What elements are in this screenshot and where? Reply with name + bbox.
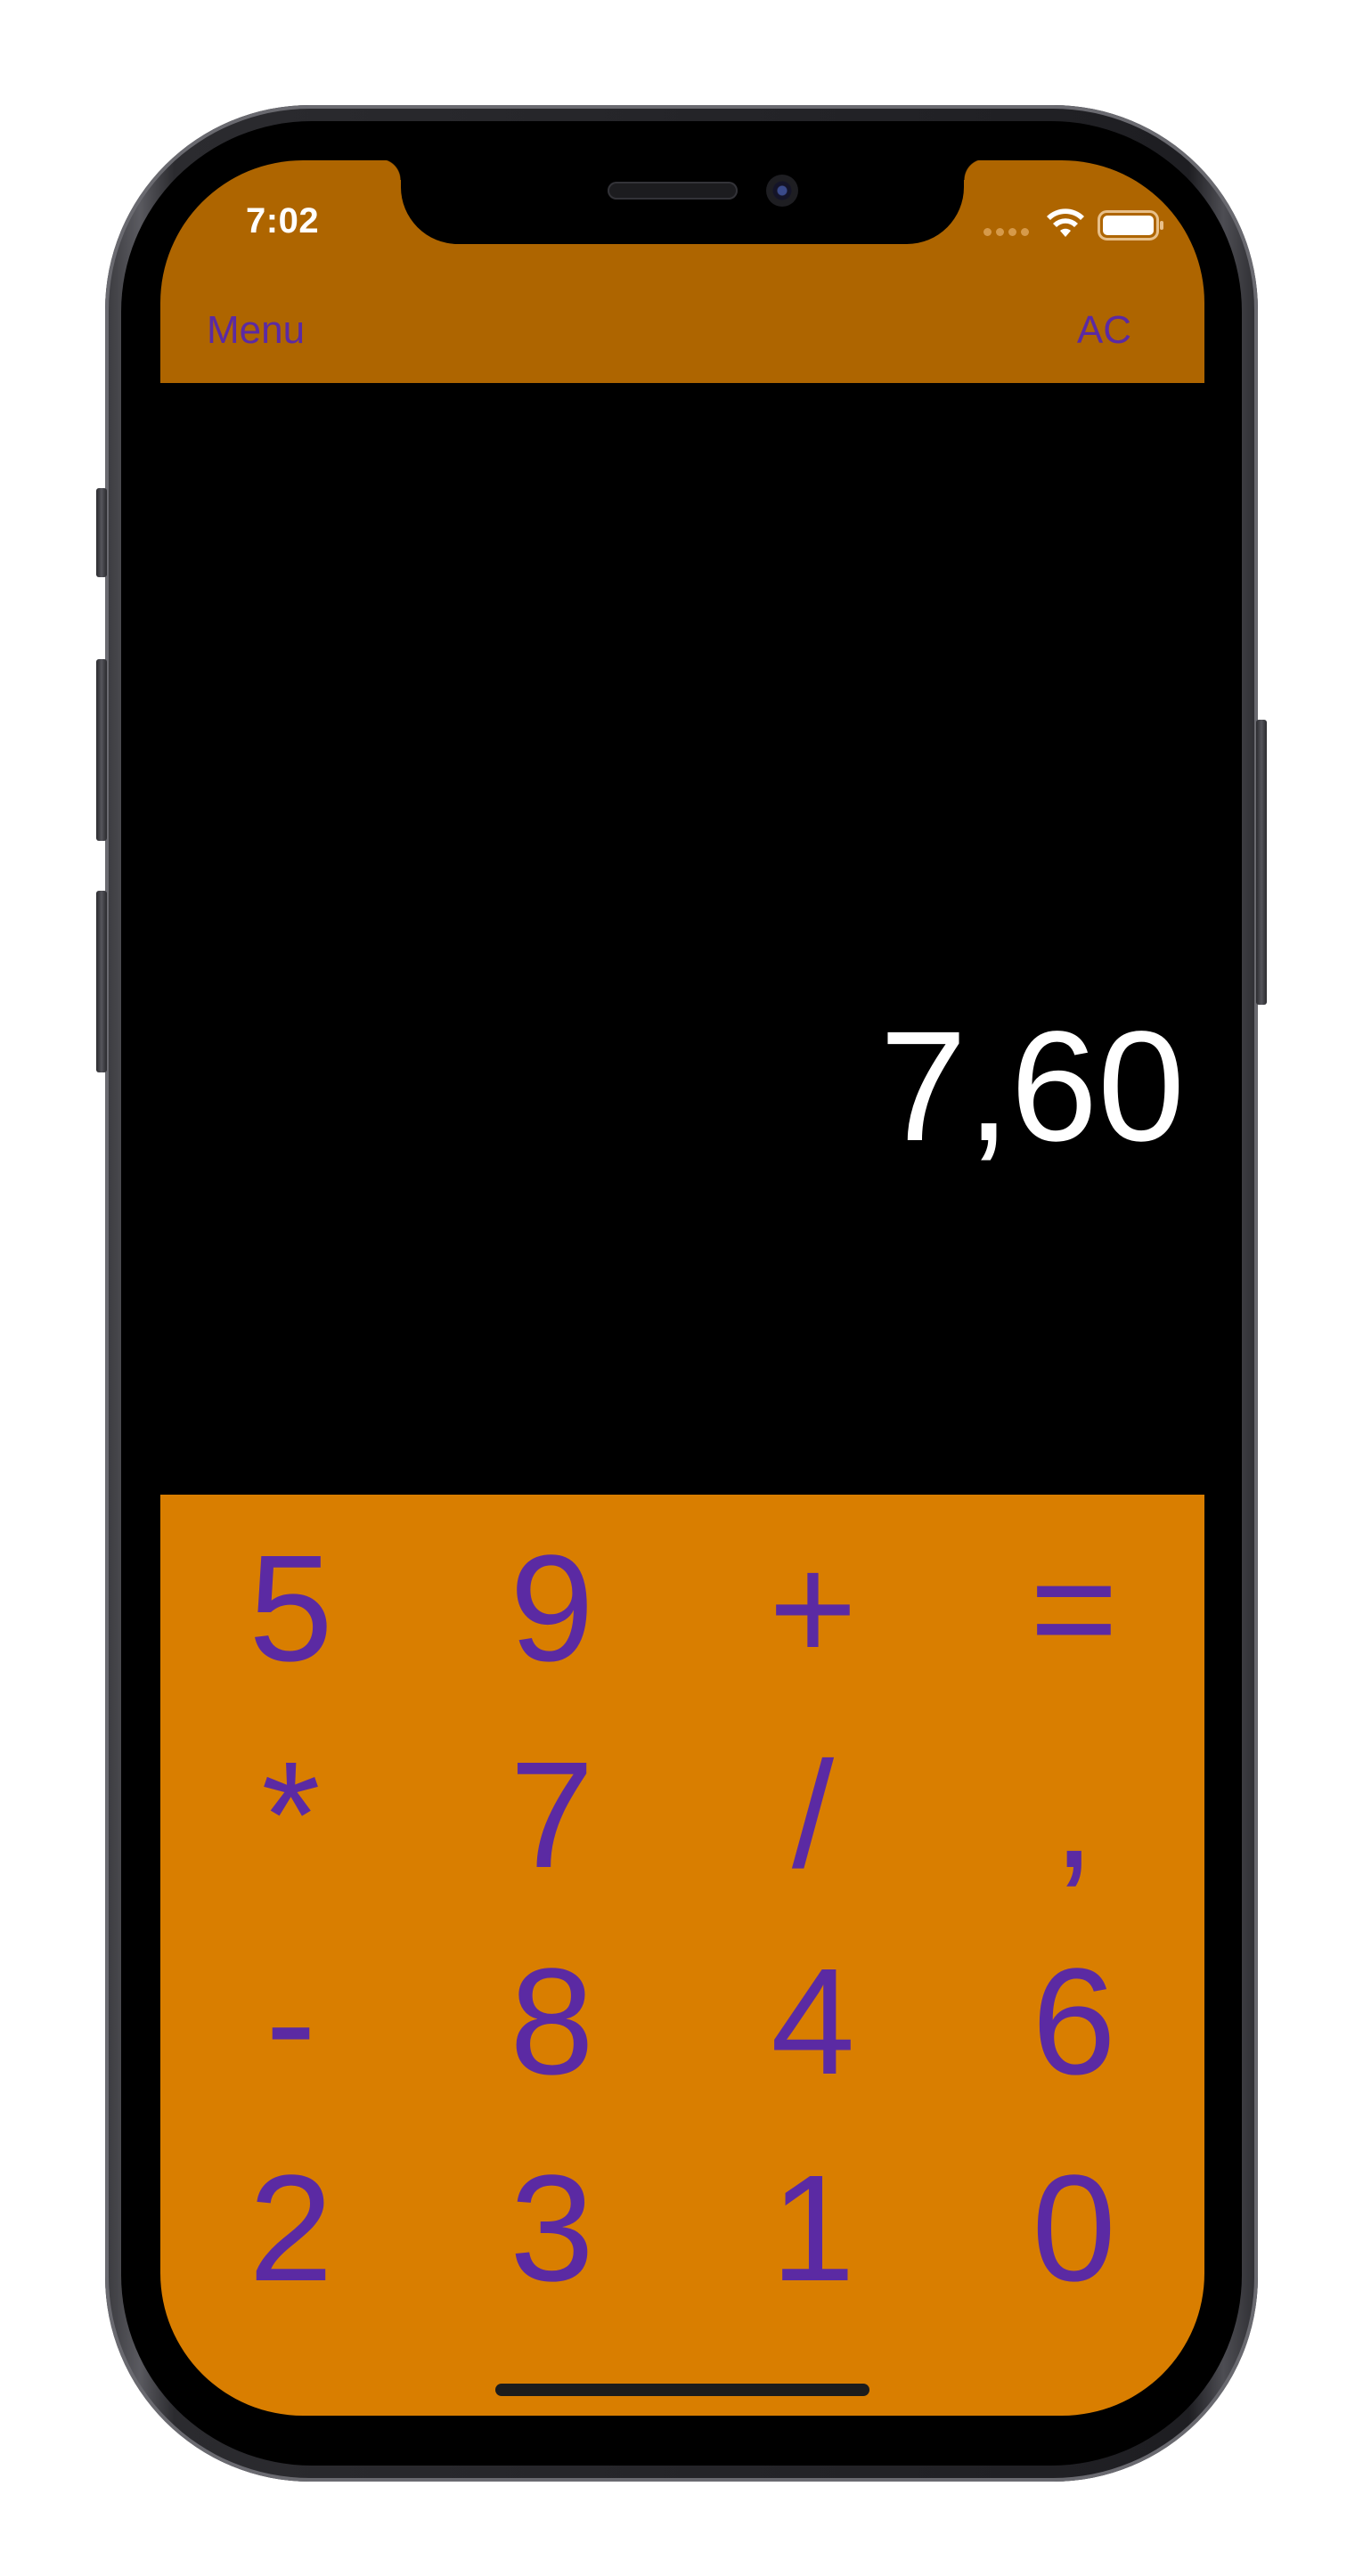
key-minus[interactable]: - [160,1919,421,2125]
display-value: 7,60 [879,999,1185,1174]
key-6[interactable]: 6 [943,1919,1204,2125]
key-9[interactable]: 9 [421,1505,682,1712]
key-0[interactable]: 0 [943,2125,1204,2332]
cellular-signal-icon [983,228,1033,237]
keypad: 5 9 + = * 7 / , - 8 4 6 2 3 1 0 [160,1495,1204,2416]
battery-icon [1098,210,1163,240]
key-7[interactable]: 7 [421,1712,682,1919]
home-indicator[interactable] [495,2384,869,2396]
front-camera-icon [766,175,798,207]
key-equals[interactable]: = [943,1505,1204,1712]
wifi-icon [1047,208,1084,237]
key-plus[interactable]: + [682,1505,943,1712]
silent-switch [96,488,107,577]
volume-up-button [96,659,107,841]
key-2[interactable]: 2 [160,2125,421,2332]
key-3[interactable]: 3 [421,2125,682,2332]
device-notch [380,160,985,244]
power-button [1256,720,1267,1005]
key-5[interactable]: 5 [160,1505,421,1712]
key-divide[interactable]: / [682,1712,943,1919]
menu-button[interactable]: Menu [207,308,305,353]
key-multiply[interactable]: * [160,1712,421,1919]
key-decimal[interactable]: , [943,1712,1204,1919]
app-screen: 7:02 Menu AC 7,60 5 9 + = * 7 / , - 8 4 … [160,160,1204,2416]
key-1[interactable]: 1 [682,2125,943,2332]
earpiece-speaker [608,182,738,200]
key-4[interactable]: 4 [682,1919,943,2125]
key-8[interactable]: 8 [421,1919,682,2125]
status-time: 7:02 [246,201,320,240]
volume-down-button [96,891,107,1072]
all-clear-button[interactable]: AC [1077,308,1131,353]
calculator-display: 7,60 [160,383,1204,1495]
